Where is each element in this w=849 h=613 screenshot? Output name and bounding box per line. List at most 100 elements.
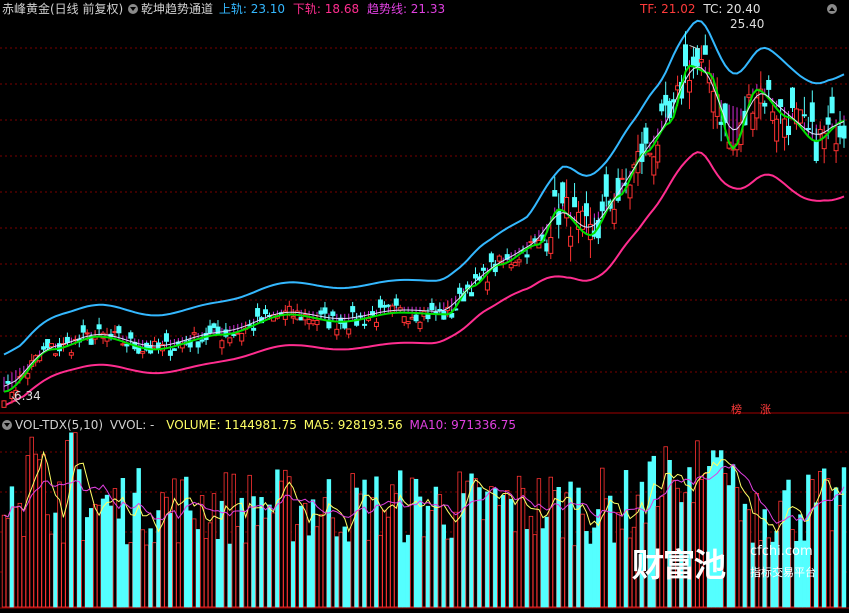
candle-body	[659, 103, 665, 112]
tag-bang: 榜	[731, 403, 742, 416]
indicator-header: 乾坤趋势通道 上轨: 23.10 下轨: 18.68 趋势线: 21.33	[128, 2, 445, 16]
candle-body	[544, 243, 550, 252]
candle-body	[718, 121, 724, 125]
volume-bar	[501, 494, 506, 608]
volume-bar	[37, 459, 42, 608]
volume-bar	[338, 531, 343, 608]
candle-body	[322, 307, 328, 314]
volume-bar	[588, 543, 593, 608]
candle-body	[516, 259, 522, 263]
candle-body	[663, 94, 669, 106]
candle-body	[239, 332, 245, 342]
candle-body	[690, 56, 696, 68]
candle-body	[508, 264, 514, 269]
volume-bar	[188, 510, 193, 608]
candle-body	[64, 336, 70, 343]
candle-body	[211, 323, 217, 328]
candle-body	[409, 316, 415, 320]
volume-bar	[100, 498, 106, 608]
volume-bar	[251, 496, 256, 608]
volume-bar	[199, 495, 205, 608]
watermark-site: cfchi.com	[750, 544, 813, 559]
volume-bar	[489, 486, 494, 608]
candle-body	[786, 125, 792, 136]
volume-bar	[401, 542, 407, 608]
candle-body	[457, 287, 463, 294]
volume-bar	[366, 539, 371, 608]
candle-body	[41, 346, 47, 350]
candle-body	[195, 341, 201, 348]
candle-body	[290, 315, 296, 319]
volume-bar	[53, 512, 58, 608]
volume-bar	[207, 522, 213, 608]
volume-bar	[124, 544, 130, 608]
candle-body	[255, 308, 261, 317]
collapse-button[interactable]	[827, 2, 840, 16]
volume-bar	[346, 541, 351, 608]
candle-body	[235, 332, 241, 335]
volume-menu-icon[interactable]	[2, 420, 12, 430]
candle-body	[227, 337, 233, 344]
high-marker	[689, 45, 700, 50]
volume-bar	[829, 530, 835, 608]
volume-bar	[473, 478, 478, 608]
volume-bar	[132, 492, 137, 608]
candle-body	[342, 321, 348, 329]
volume-bar	[49, 533, 54, 608]
indicator-menu-icon[interactable]	[128, 4, 138, 14]
candle-body	[655, 144, 661, 163]
candle-body	[330, 311, 336, 316]
volume-bar	[437, 494, 443, 608]
candle-body	[568, 235, 574, 247]
candle-body	[469, 292, 475, 297]
volume-bar	[231, 473, 237, 608]
candle-body	[373, 321, 379, 327]
volume-bar	[156, 510, 161, 608]
volume-bar	[409, 477, 415, 608]
volume-bar	[140, 529, 145, 608]
volume-bar	[302, 502, 308, 608]
volume-bar	[564, 492, 569, 608]
volume-bar	[481, 519, 486, 608]
candle-body	[698, 59, 704, 63]
volume-value: VOLUME: 1144981.75	[166, 418, 297, 432]
candle-body	[362, 323, 368, 326]
candle-body	[385, 304, 391, 307]
volume-bar	[65, 440, 70, 608]
volume-bar	[275, 469, 280, 608]
volume-bar	[342, 526, 347, 608]
candle-body	[346, 328, 352, 335]
volume-bar	[425, 505, 431, 608]
volume-bar	[128, 542, 133, 608]
volume-bar	[516, 475, 522, 608]
volume-bar	[497, 505, 502, 608]
volume-bar	[584, 531, 589, 608]
volume-bar	[73, 432, 78, 608]
collapse-icon	[827, 4, 837, 14]
volume-bar	[524, 529, 530, 608]
candle-body	[805, 127, 811, 130]
candle-body	[560, 182, 566, 204]
candle-body	[112, 331, 118, 334]
volume-bar	[417, 496, 423, 608]
candle-body	[603, 174, 609, 197]
candle-body	[548, 237, 554, 254]
volume-bar	[219, 500, 225, 608]
candle-body	[552, 190, 558, 197]
volume-bar	[576, 487, 581, 608]
candle-body	[833, 143, 839, 152]
volume-bar	[441, 524, 447, 608]
candle-body	[766, 80, 772, 90]
candle-body	[310, 320, 316, 325]
trend-line-value: 趋势线: 21.33	[366, 2, 446, 16]
tc-value: TC: 20.40	[703, 2, 761, 16]
candle-body	[797, 109, 803, 124]
chart-window: 赤峰黄金(日线 前复权) 乾坤趋势通道 上轨: 23.10 下轨: 18.68 …	[0, 0, 849, 610]
volume-bar	[330, 517, 336, 608]
ma10-value: MA10: 971336.75	[409, 418, 517, 432]
volume-bar	[108, 505, 114, 608]
volume-bar	[291, 541, 296, 608]
volume-bar	[449, 537, 454, 608]
candle-body	[694, 48, 700, 67]
low-price-label: 6.34	[14, 389, 41, 403]
